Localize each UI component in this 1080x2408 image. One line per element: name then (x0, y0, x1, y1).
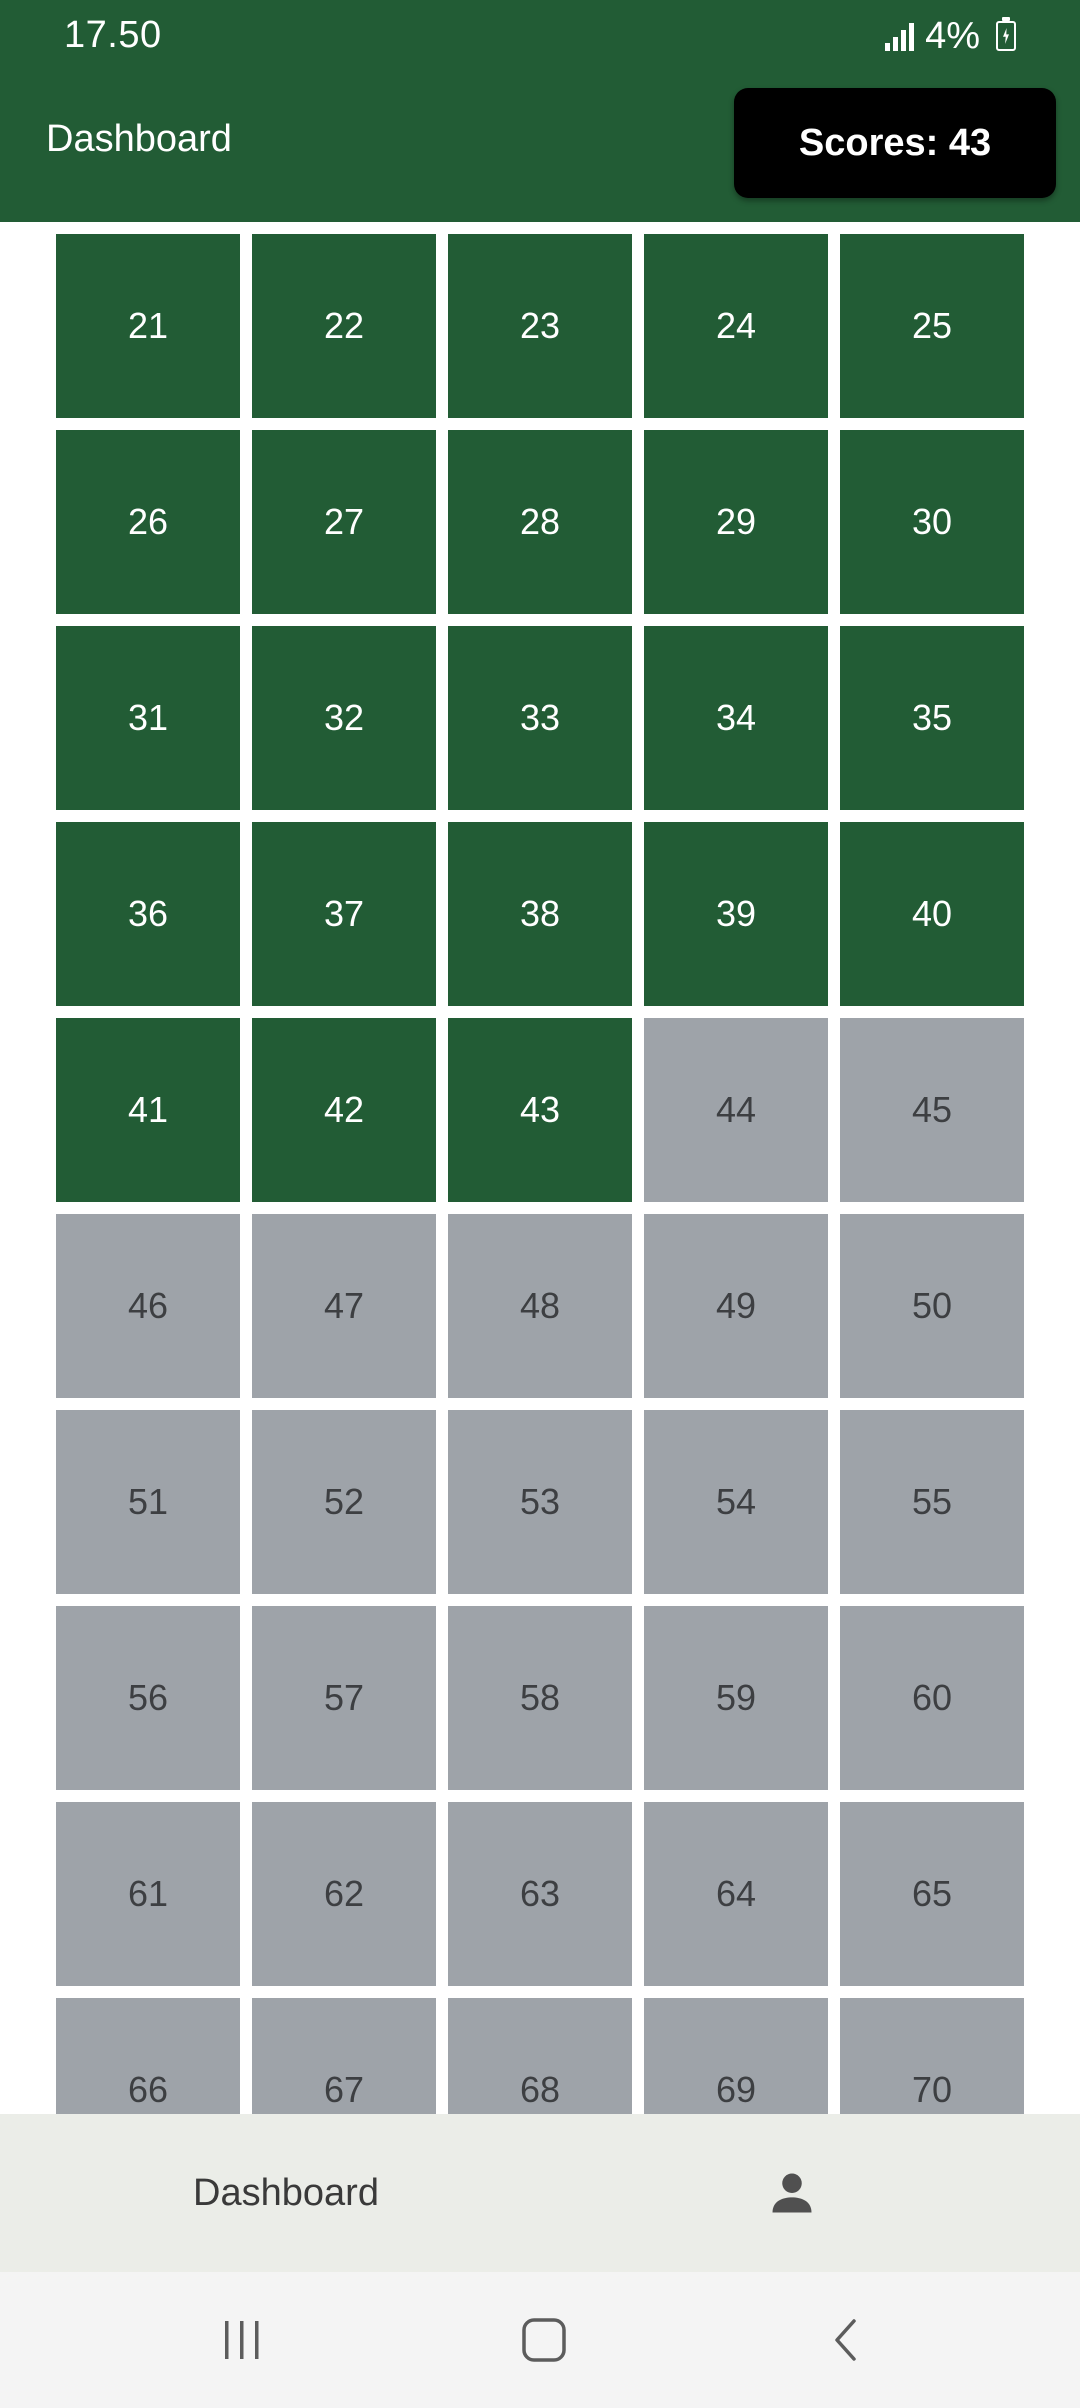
bottom-navigation: Dashboard (0, 2114, 1080, 2272)
level-cell[interactable]: 54 (644, 1410, 828, 1594)
top-bar: 17.50 4% Dashboard Scores: 43 (0, 0, 1080, 222)
level-cell[interactable]: 60 (840, 1606, 1024, 1790)
level-cell[interactable]: 66 (56, 1998, 240, 2114)
status-time: 17.50 (64, 14, 162, 56)
level-cell[interactable]: 45 (840, 1018, 1024, 1202)
score-button[interactable]: Scores: 43 (734, 88, 1056, 198)
page-title: Dashboard (46, 118, 232, 160)
level-cell[interactable]: 40 (840, 822, 1024, 1006)
level-cell[interactable]: 32 (252, 626, 436, 810)
home-icon[interactable] (514, 2310, 574, 2370)
battery-charging-icon (996, 17, 1016, 51)
level-cell[interactable]: 37 (252, 822, 436, 1006)
level-cell[interactable]: 21 (56, 234, 240, 418)
level-cell[interactable]: 42 (252, 1018, 436, 1202)
system-navigation-bar (0, 2272, 1080, 2408)
level-cell[interactable]: 58 (448, 1606, 632, 1790)
level-cell[interactable]: 55 (840, 1410, 1024, 1594)
nav-dashboard-tab[interactable]: Dashboard (0, 2114, 572, 2272)
level-cell[interactable]: 27 (252, 430, 436, 614)
level-cell[interactable]: 64 (644, 1802, 828, 1986)
level-cell[interactable]: 22 (252, 234, 436, 418)
level-cell[interactable]: 53 (448, 1410, 632, 1594)
level-cell[interactable]: 47 (252, 1214, 436, 1398)
level-cell[interactable]: 33 (448, 626, 632, 810)
level-cell[interactable]: 41 (56, 1018, 240, 1202)
level-grid-scroll[interactable]: 21 22 23 24 25 26 27 28 29 30 31 32 33 34 35 36 37 38 39 40… (0, 222, 1080, 2114)
level-cell[interactable]: 31 (56, 626, 240, 810)
level-cell[interactable]: 35 (840, 626, 1024, 810)
level-cell[interactable]: 69 (644, 1998, 828, 2114)
back-icon[interactable] (816, 2310, 876, 2370)
level-cell[interactable]: 56 (56, 1606, 240, 1790)
level-cell[interactable]: 30 (840, 430, 1024, 614)
level-cell[interactable]: 48 (448, 1214, 632, 1398)
level-cell[interactable]: 26 (56, 430, 240, 614)
level-cell[interactable]: 23 (448, 234, 632, 418)
level-cell[interactable]: 51 (56, 1410, 240, 1594)
level-grid: 21 22 23 24 25 26 27 28 29 30 31 32 33 34 35 36 37 38 39 40… (56, 234, 1024, 2114)
recent-apps-icon[interactable] (212, 2310, 272, 2370)
level-cell[interactable]: 62 (252, 1802, 436, 1986)
level-cell[interactable]: 36 (56, 822, 240, 1006)
level-cell[interactable]: 57 (252, 1606, 436, 1790)
level-cell[interactable]: 43 (448, 1018, 632, 1202)
level-cell[interactable]: 52 (252, 1410, 436, 1594)
battery-percentage: 4% (925, 14, 980, 57)
level-cell[interactable]: 24 (644, 234, 828, 418)
level-cell[interactable]: 67 (252, 1998, 436, 2114)
app-screen: 17.50 4% Dashboard Scores: 43 21 22 23 24 25… (0, 0, 1080, 2408)
level-cell[interactable]: 65 (840, 1802, 1024, 1986)
level-cell[interactable]: 34 (644, 626, 828, 810)
level-cell[interactable]: 61 (56, 1802, 240, 1986)
status-icons: 4% (885, 14, 1016, 58)
level-cell[interactable]: 38 (448, 822, 632, 1006)
signal-icon (885, 21, 915, 51)
level-cell[interactable]: 50 (840, 1214, 1024, 1398)
person-icon (772, 2173, 812, 2213)
level-cell[interactable]: 39 (644, 822, 828, 1006)
level-cell[interactable]: 63 (448, 1802, 632, 1986)
level-cell[interactable]: 44 (644, 1018, 828, 1202)
level-cell[interactable]: 25 (840, 234, 1024, 418)
level-cell[interactable]: 29 (644, 430, 828, 614)
level-cell[interactable]: 28 (448, 430, 632, 614)
level-cell[interactable]: 68 (448, 1998, 632, 2114)
level-cell[interactable]: 46 (56, 1214, 240, 1398)
nav-profile-tab[interactable] (572, 2114, 1012, 2272)
level-cell[interactable]: 49 (644, 1214, 828, 1398)
level-cell[interactable]: 59 (644, 1606, 828, 1790)
level-cell[interactable]: 70 (840, 1998, 1024, 2114)
